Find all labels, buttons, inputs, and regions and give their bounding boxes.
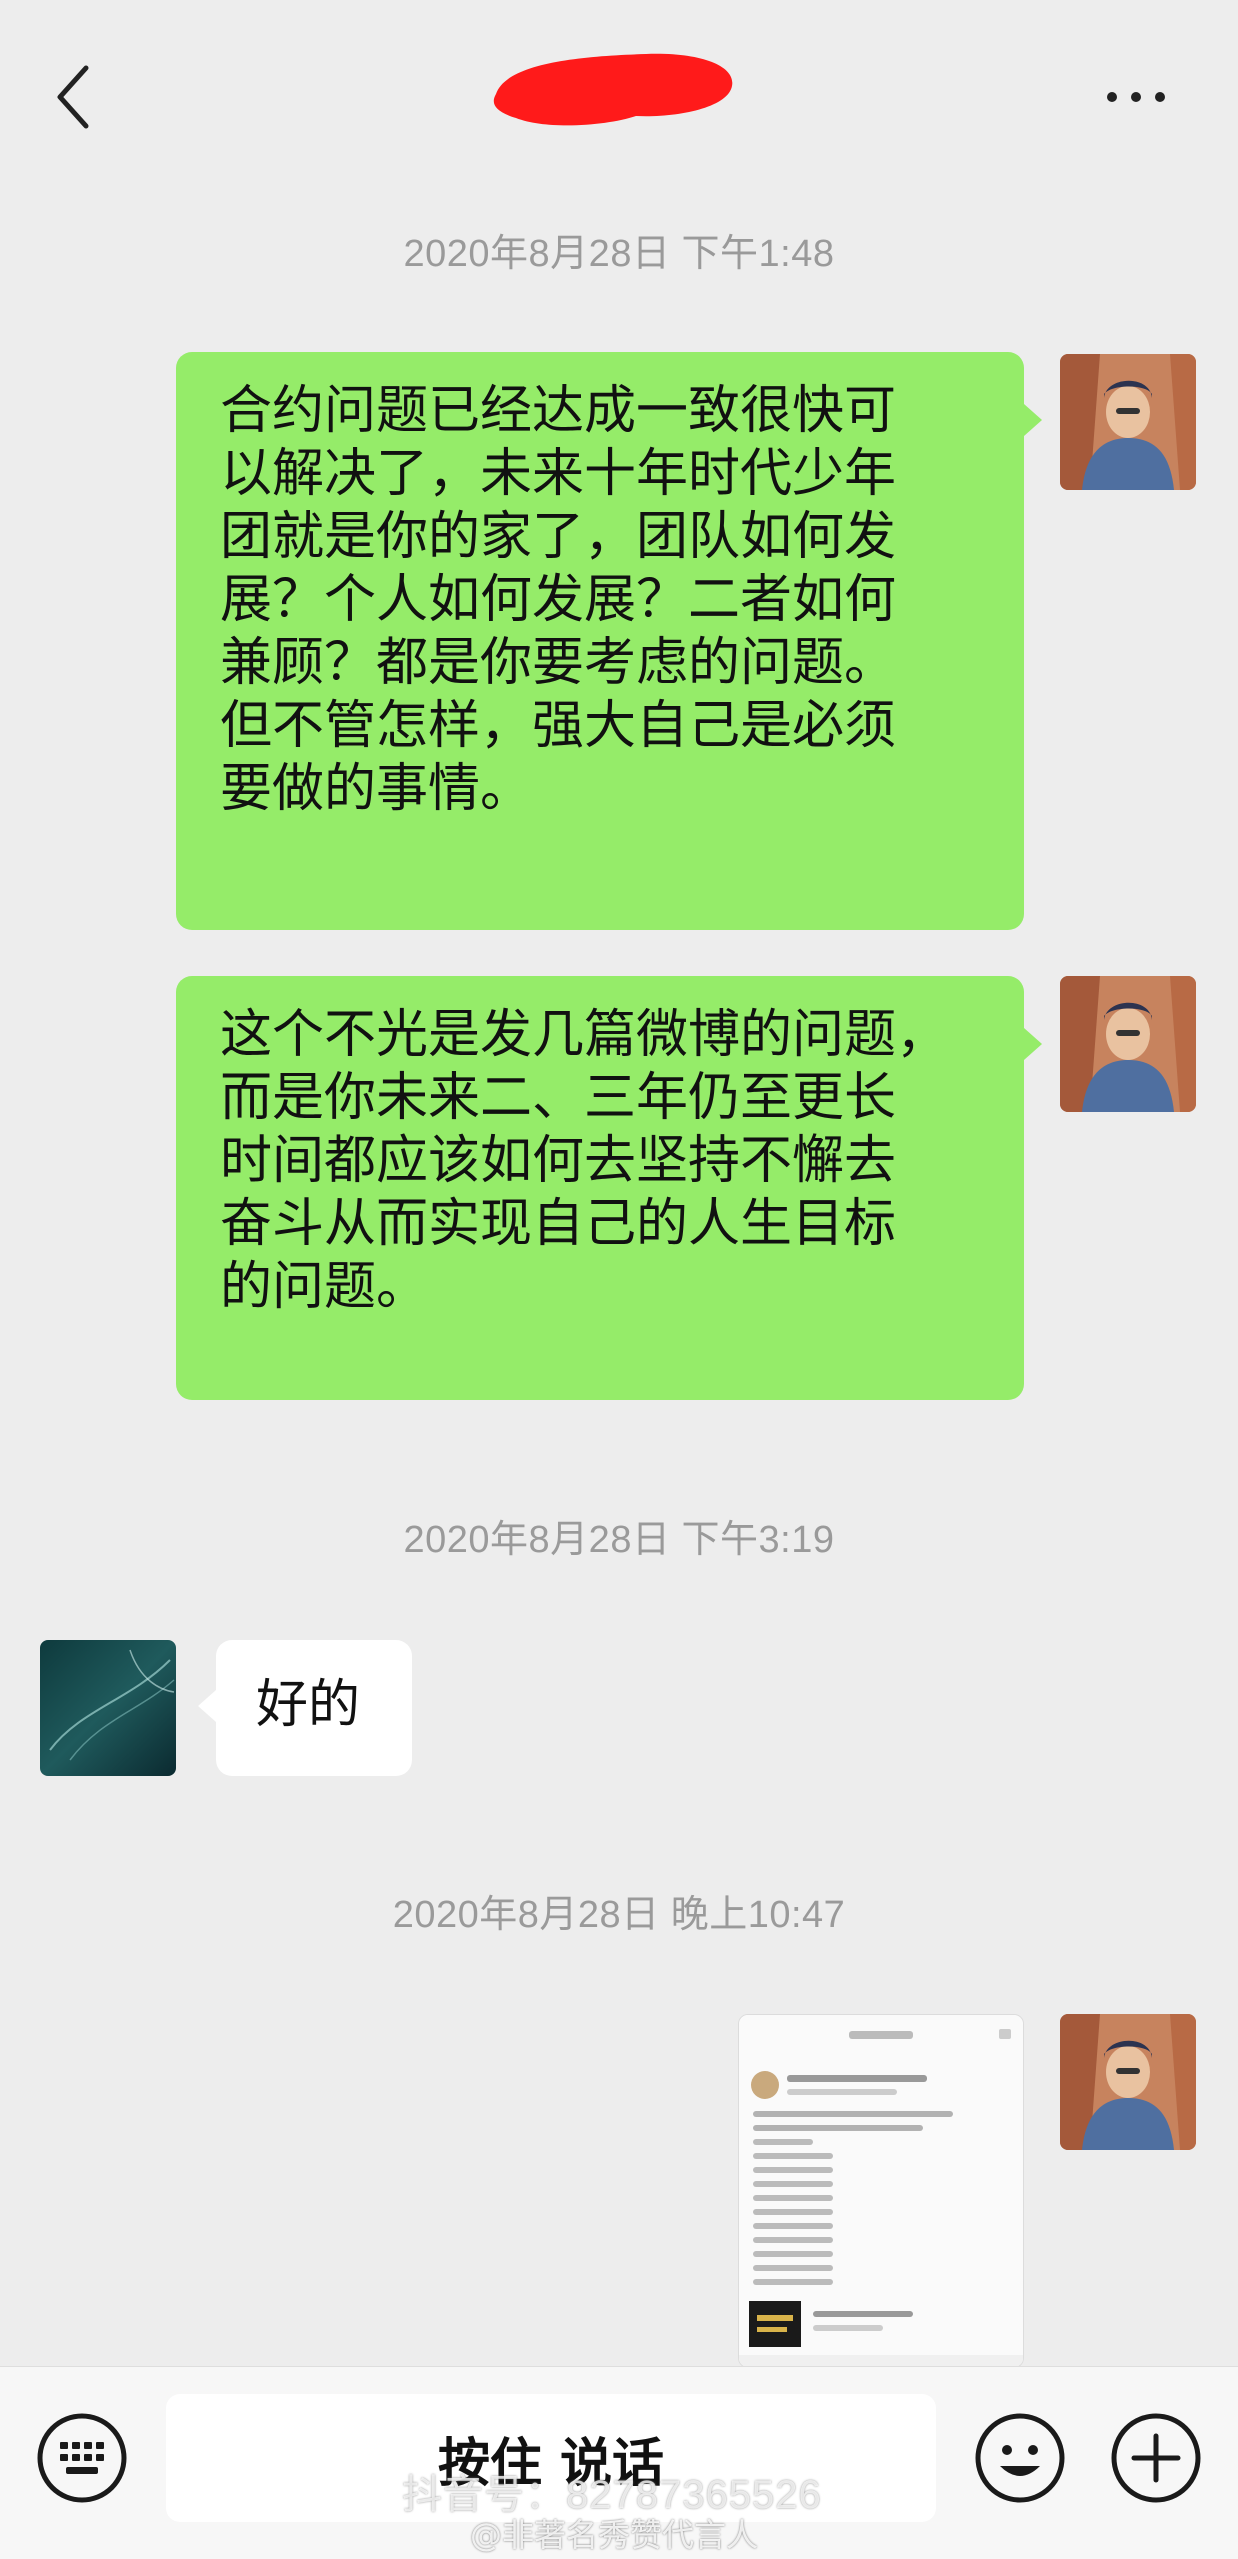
- avatar-self[interactable]: [1060, 976, 1196, 1112]
- contact-name-redacted: [486, 46, 740, 130]
- message-line: 奋斗从而实现自己的人生目标: [220, 1194, 897, 1254]
- weibo-watermark: @非著名秀赞代言人: [470, 2516, 759, 2554]
- message-line: 团就是你的家了，团队如何发: [220, 507, 897, 567]
- douyin-logo-icon: [352, 2468, 390, 2510]
- message-line: 要做的事情。: [220, 759, 533, 819]
- ellipsis-icon[interactable]: [1104, 82, 1168, 112]
- message-line: 这个不光是发几篇微博的问题，: [220, 1005, 949, 1065]
- bubble-tail: [198, 1690, 216, 1722]
- timestamp: 2020年8月28日 下午3:19: [403, 1519, 835, 1561]
- message-line: 的问题。: [220, 1257, 429, 1317]
- message-line: 合约问题已经达成一致很快可: [220, 381, 897, 441]
- message-text: 好的: [256, 1675, 361, 1735]
- chevron-left-icon[interactable]: [52, 62, 96, 132]
- bubble-tail: [1024, 1028, 1042, 1060]
- bubble-tail: [1024, 404, 1042, 436]
- chat-screen: 2020年8月28日 下午1:48 合约问题已经达成一致很快可 以解决了，未来十…: [0, 0, 1238, 2559]
- message-line: 时间都应该如何去坚持不懈去: [220, 1131, 897, 1191]
- keyboard-icon[interactable]: [36, 2412, 128, 2504]
- message-bubble-self[interactable]: 这个不光是发几篇微博的问题， 而是你未来二、三年仍至更长 时间都应该如何去坚持不…: [176, 976, 1024, 1400]
- timestamp: 2020年8月28日 晚上10:47: [392, 1894, 846, 1936]
- message-line: 而是你未来二、三年仍至更长: [220, 1068, 897, 1128]
- message-line: 展？个人如何发展？二者如何: [220, 570, 897, 630]
- image-message[interactable]: [738, 2014, 1024, 2368]
- message-line: 以解决了，未来十年时代少年: [220, 444, 897, 504]
- emoji-icon[interactable]: [974, 2412, 1066, 2504]
- timestamp: 2020年8月28日 下午1:48: [403, 233, 835, 275]
- avatar-other[interactable]: [40, 1640, 176, 1776]
- message-bubble-self[interactable]: 合约问题已经达成一致很快可 以解决了，未来十年时代少年 团就是你的家了，团队如何…: [176, 352, 1024, 930]
- message-line: 兼顾？都是你要考虑的问题。: [220, 633, 897, 693]
- avatar-self[interactable]: [1060, 2014, 1196, 2150]
- message-bubble-other[interactable]: 好的: [216, 1640, 412, 1776]
- message-line: 但不管怎样，强大自己是必须: [220, 696, 897, 756]
- plus-icon[interactable]: [1110, 2412, 1202, 2504]
- avatar-self[interactable]: [1060, 354, 1196, 490]
